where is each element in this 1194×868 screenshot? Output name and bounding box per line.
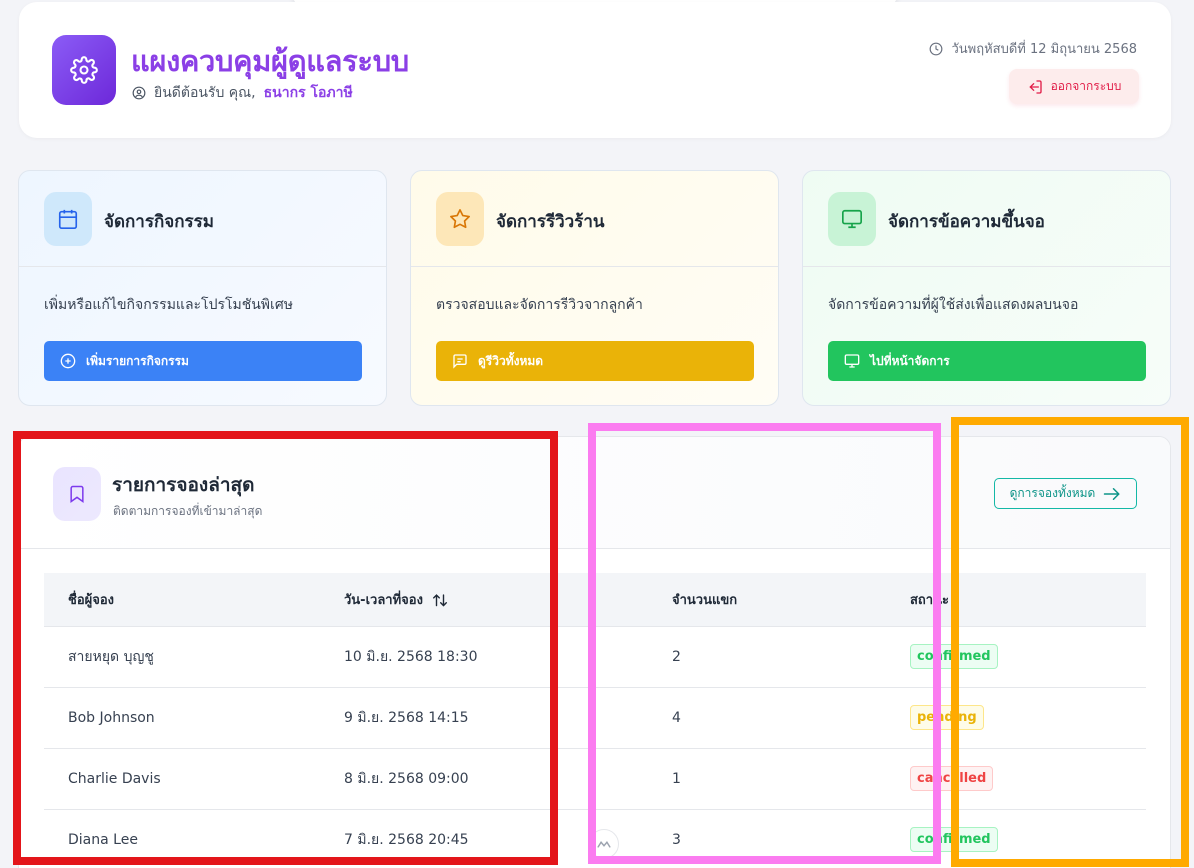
dashboard-header: แผงควบคุมผู้ดูแลระบบ ยินดีต้อนรับ คุณ, ธ… <box>19 2 1171 138</box>
booking-guests: 3 <box>648 808 886 868</box>
card-manage-screen-messages: จัดการข้อความขึ้นจอ จัดการข้อความที่ผู้ใ… <box>802 170 1171 406</box>
button-label: ไปที่หน้าจัดการ <box>870 353 950 368</box>
card-title: จัดการรีวิวร้าน <box>496 212 605 232</box>
plus-circle-icon <box>60 353 76 369</box>
settings-logo <box>52 35 116 105</box>
booking-name: Bob Johnson <box>44 686 320 748</box>
section-subtitle: ติดตามการจองที่เข้ามาล่าสุด <box>113 504 263 518</box>
booking-guests: 1 <box>648 747 886 809</box>
add-event-button[interactable]: เพิ่มรายการกิจกรรม <box>44 341 362 381</box>
clock-icon <box>930 42 943 55</box>
status-badge: cancelled <box>910 766 994 791</box>
booking-datetime: 9 มิ.ย. 2568 14:15 <box>320 686 648 748</box>
calendar-icon <box>44 192 92 246</box>
column-header-guests[interactable]: จำนวนแขก <box>648 573 886 626</box>
button-label: ดูรีวิวทั้งหมด <box>478 353 544 368</box>
section-title: รายการจองล่าสุด <box>112 474 255 496</box>
welcome-line: ยินดีต้อนรับ คุณ, ธนากร โอภาษี <box>132 82 353 104</box>
table-row[interactable]: Bob Johnson 9 มิ.ย. 2568 14:15 4 pending <box>44 686 1146 748</box>
welcome-text: ยินดีต้อนรับ คุณ, <box>154 85 256 101</box>
scroll-to-top-button[interactable] <box>589 829 619 859</box>
bookings-table: ชื่อผู้จอง วัน-เวลาที่จอง จำนวนแขก สถานะ… <box>44 573 1146 868</box>
booking-guests: 4 <box>648 686 886 748</box>
logout-button[interactable]: ออกจากระบบ <box>1009 69 1139 104</box>
view-all-bookings-button[interactable]: ดูการจองทั้งหมด <box>994 478 1137 509</box>
status-badge: confirmed <box>910 644 998 669</box>
column-header-label: วัน-เวลาที่จอง <box>344 592 423 608</box>
column-header-name[interactable]: ชื่อผู้จอง <box>44 573 320 626</box>
chevron-up-icon <box>597 841 611 848</box>
logout-icon <box>1028 79 1042 94</box>
star-icon <box>436 192 484 246</box>
booking-datetime: 10 มิ.ย. 2568 18:30 <box>320 625 648 687</box>
card-manage-events: จัดการกิจกรรม เพิ่มหรือแก้ไขกิจกรรมและโป… <box>18 170 387 406</box>
arrow-right-icon <box>1104 487 1121 500</box>
message-icon <box>453 354 467 369</box>
card-description: ตรวจสอบและจัดการรีวิวจากลูกค้า <box>436 297 643 313</box>
booking-name: Charlie Davis <box>44 747 320 809</box>
go-to-manage-button[interactable]: ไปที่หน้าจัดการ <box>828 341 1146 381</box>
monitor-icon <box>844 354 860 368</box>
column-header-status[interactable]: สถานะ <box>886 573 1146 626</box>
bookmark-icon <box>53 467 101 521</box>
button-label: เพิ่มรายการกิจกรรม <box>86 353 189 368</box>
recent-bookings-panel: รายการจองล่าสุด ติดตามการจองที่เข้ามาล่า… <box>18 436 1171 868</box>
gear-icon <box>70 56 98 84</box>
status-badge: confirmed <box>910 827 998 853</box>
user-name: ธนากร โอภาษี <box>263 85 353 101</box>
booking-guests: 2 <box>648 625 886 687</box>
card-description: เพิ่มหรือแก้ไขกิจกรรมและโปรโมชันพิเศษ <box>44 297 293 313</box>
card-title: จัดการกิจกรรม <box>104 212 214 232</box>
current-date: วันพฤหัสบดีที่ 12 มิถุนายน 2568 <box>929 38 1137 59</box>
table-header-row: ชื่อผู้จอง วัน-เวลาที่จอง จำนวนแขก สถานะ <box>44 573 1146 626</box>
date-text: วันพฤหัสบดีที่ 12 มิถุนายน 2568 <box>951 42 1137 57</box>
table-row[interactable]: Charlie Davis 8 มิ.ย. 2568 09:00 1 cance… <box>44 747 1146 809</box>
monitor-icon <box>828 192 876 246</box>
booking-name: Diana Lee <box>44 808 320 868</box>
booking-datetime: 8 มิ.ย. 2568 09:00 <box>320 747 648 809</box>
sort-icon <box>433 594 448 607</box>
user-circle-icon <box>132 86 146 100</box>
logout-label: ออกจากระบบ <box>1050 79 1122 93</box>
card-manage-reviews: จัดการรีวิวร้าน ตรวจสอบและจัดการรีวิวจาก… <box>410 170 779 406</box>
button-label: ดูการจองทั้งหมด <box>1009 486 1096 500</box>
status-badge: pending <box>910 705 984 730</box>
card-description: จัดการข้อความที่ผู้ใช้ส่งเพื่อแสดงผลบนจอ <box>828 297 1079 313</box>
view-reviews-button[interactable]: ดูรีวิวทั้งหมด <box>436 341 754 381</box>
column-header-datetime[interactable]: วัน-เวลาที่จอง <box>320 573 648 626</box>
page-title: แผงควบคุมผู้ดูแลระบบ <box>131 44 409 78</box>
table-row[interactable]: สายหยุด บุญชู 10 มิ.ย. 2568 18:30 2 conf… <box>44 625 1146 687</box>
card-title: จัดการข้อความขึ้นจอ <box>888 212 1045 232</box>
booking-name: สายหยุด บุญชู <box>44 625 320 687</box>
